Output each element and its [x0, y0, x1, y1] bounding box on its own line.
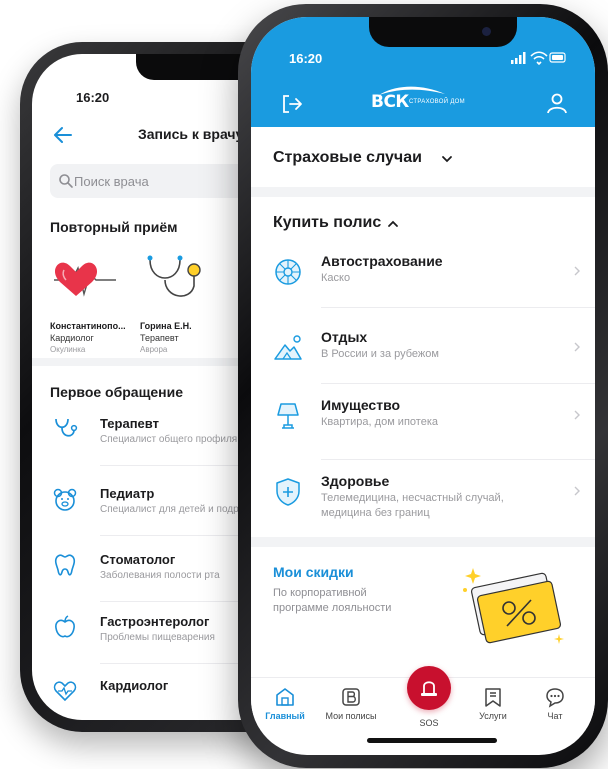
specialist-subtitle: Специалист общего профиля [100, 434, 238, 445]
doctor-specialty: Терапевт [140, 333, 179, 343]
brand-tagline: СТРАХОВОЙ ДОМ [409, 99, 465, 105]
chevron-right-icon [574, 266, 580, 276]
policy-item-property[interactable]: Имущество Квартира, дом ипотека [273, 397, 595, 460]
policy-subtitle: В России и за рубежом [321, 348, 439, 360]
search-placeholder: Поиск врача [74, 174, 149, 189]
section-divider [251, 187, 595, 197]
buy-policy-label[interactable]: Купить полис [273, 214, 381, 232]
specialist-subtitle: Заболевания полости рта [100, 570, 220, 581]
repeat-visit-title: Повторный приём [50, 219, 178, 235]
discount-coupon-icon [463, 568, 564, 644]
tooth-icon [54, 554, 76, 576]
chat-icon [546, 688, 564, 708]
policy-subtitle: Каско [321, 272, 351, 284]
mountain-icon [274, 335, 302, 360]
doctor-specialty: Кардиолог [50, 333, 94, 343]
tab-label: Главный [265, 711, 305, 721]
first-visit-title: Первое обращение [50, 384, 184, 400]
sos-button[interactable] [407, 666, 451, 710]
chevron-up-icon[interactable] [387, 218, 399, 230]
tab-label: Чат [547, 711, 563, 721]
policy-subtitle: Квартира, дом ипотека [321, 416, 438, 428]
tab-bar: Главный Мои полисы SOS Услуги Чат [251, 666, 595, 728]
discounts-card[interactable]: Мои скидки По корпоративной программе ло… [251, 542, 595, 672]
doctor-clinic: Окулинка [50, 345, 86, 354]
doctor-name: Константинопо... [50, 321, 126, 331]
tab-services[interactable]: Услуги [463, 686, 523, 721]
insurance-cases-toggle[interactable]: Страховые случаи [251, 127, 595, 187]
tab-label: Услуги [479, 711, 507, 721]
siren-icon [421, 681, 437, 696]
doctor-card[interactable]: Константинопо... Кардиолог Окулинка [50, 250, 140, 354]
heart-pulse-icon [54, 262, 116, 297]
sos-label: SOS [419, 718, 439, 728]
search-icon [59, 174, 73, 188]
status-time: 16:20 [76, 90, 110, 105]
policy-title: Имущество [321, 397, 401, 413]
specialist-subtitle: Проблемы пищеварения [100, 632, 215, 643]
policy-item-auto[interactable]: Автострахование Каско [273, 253, 595, 308]
row-separator [321, 383, 595, 384]
shield-plus-icon [276, 478, 300, 506]
insurance-cases-label: Страховые случаи [273, 149, 422, 166]
tab-home[interactable]: Главный [255, 686, 315, 721]
back-arrow-icon[interactable] [52, 124, 74, 146]
row-separator [321, 307, 595, 308]
policy-item-travel[interactable]: Отдых В России и за рубежом [273, 329, 595, 384]
policy-b-icon [342, 688, 360, 706]
chevron-right-icon [574, 410, 580, 420]
policy-item-health[interactable]: Здоровье Телемедицина, несчастный случай… [273, 473, 580, 533]
heart-icon [53, 681, 77, 702]
teddy-bear-icon [53, 488, 77, 511]
logout-icon[interactable] [281, 93, 303, 115]
specialist-title: Гастроэнтеролог [100, 614, 210, 629]
specialist-title: Педиатр [100, 486, 155, 501]
chevron-down-icon [442, 156, 452, 163]
notch [369, 17, 517, 47]
lamp-icon [277, 403, 299, 429]
discounts-title[interactable]: Мои скидки [273, 564, 354, 580]
profile-icon[interactable] [545, 91, 569, 115]
specialist-title: Кардиолог [100, 678, 169, 693]
row-separator [321, 459, 595, 460]
front-phone: 16:20 ВСК СТРАХОВОЙ ДОМ Страховые случаи… [238, 4, 608, 768]
home-indicator [367, 738, 497, 743]
tab-label: Мои полисы [325, 711, 377, 721]
chevron-right-icon [574, 342, 580, 352]
tab-chat[interactable]: Чат [525, 686, 585, 721]
services-icon [485, 688, 501, 707]
status-icons [511, 51, 566, 65]
front-screen: 16:20 ВСК СТРАХОВОЙ ДОМ Страховые случаи… [251, 17, 595, 755]
status-time: 16:20 [289, 51, 323, 66]
policy-title: Здоровье [321, 473, 390, 489]
specialist-title: Терапевт [100, 416, 159, 431]
apple-icon [55, 615, 75, 638]
policy-subtitle: Телемедицина, несчастный случай, медицин… [321, 492, 504, 519]
camera-dot [482, 27, 491, 36]
home-icon [276, 688, 294, 706]
tab-my-policies[interactable]: Мои полисы [321, 686, 381, 721]
policy-title: Отдых [321, 329, 368, 345]
specialist-title: Стоматолог [100, 552, 176, 567]
doctor-clinic: Аврора [140, 345, 168, 354]
brand-mark: ВСК [371, 92, 409, 112]
wheel-icon [275, 259, 301, 285]
chevron-right-icon [574, 486, 580, 496]
page-title: Запись к врачу [138, 126, 244, 142]
doctor-name: Горина Е.Н. [140, 321, 192, 331]
stethoscope-icon [55, 418, 78, 437]
brand-logo: ВСК СТРАХОВОЙ ДОМ [371, 86, 481, 112]
discounts-subtitle: По корпоративной программе лояльности [273, 587, 392, 614]
stethoscope-icon [147, 255, 201, 297]
doctor-card[interactable]: Горина Е.Н. Терапевт Аврора [140, 250, 230, 354]
policy-title: Автострахование [321, 253, 443, 269]
